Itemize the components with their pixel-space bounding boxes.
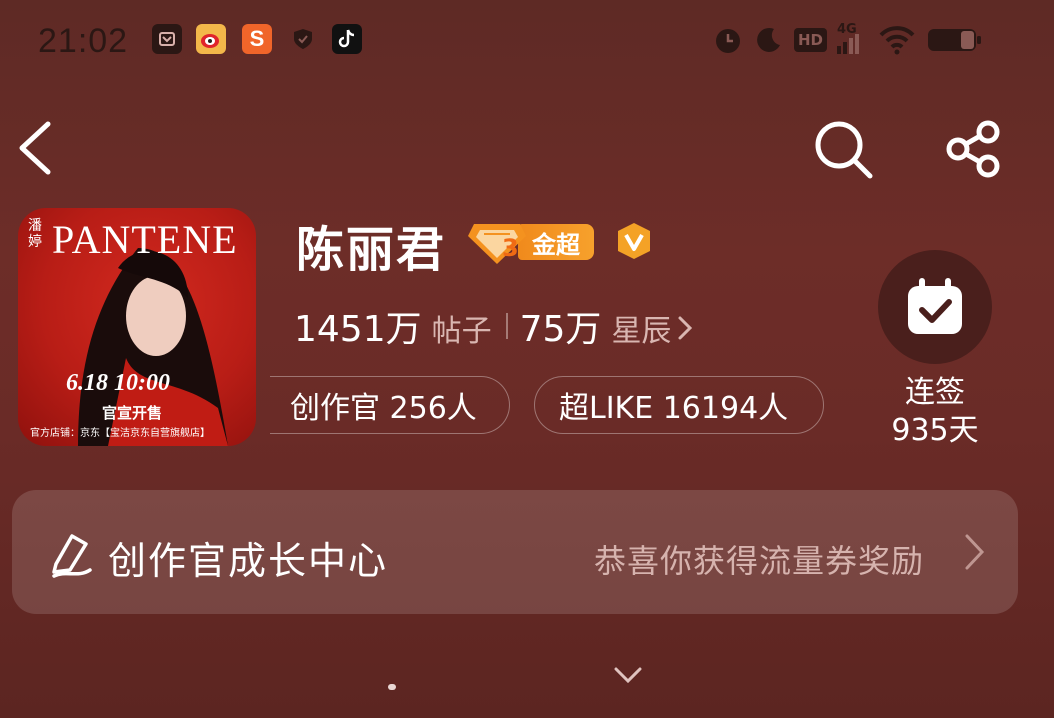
share-button[interactable] — [944, 118, 1006, 184]
stats-divider — [505, 313, 508, 339]
avatar-brand: PANTENE — [52, 217, 238, 262]
stars-label[interactable]: 星辰 — [611, 306, 671, 350]
community-stats: 1451万 帖子 75万 星辰 — [294, 300, 693, 352]
diamond-level-icon: 3 — [468, 218, 526, 266]
network-type: 4G — [837, 22, 857, 37]
pen-icon — [48, 530, 94, 582]
tier-label: 金超 — [518, 224, 594, 260]
stars-count[interactable]: 75万 — [520, 300, 602, 352]
search-button[interactable] — [812, 118, 874, 184]
alarm-icon — [716, 29, 740, 53]
stars-chevron-icon[interactable] — [677, 315, 693, 348]
share-icon — [946, 120, 1000, 178]
avatar-date: 6.18 10:00 — [66, 370, 170, 396]
signal-icon: 4G — [837, 22, 860, 54]
verified-icon — [615, 222, 653, 260]
checkin-label: 连签 935天 — [870, 374, 1000, 450]
level-number: 3 — [502, 234, 519, 262]
card-chevron-icon — [962, 532, 988, 576]
weibo-icon — [196, 24, 226, 54]
community-name: 陈丽君 — [296, 222, 447, 278]
hd-icon: HD — [794, 28, 828, 52]
creator-center-title: 创作官成长中心 — [108, 539, 389, 583]
expand-chevron-icon[interactable] — [612, 664, 644, 690]
status-right-group: HD 4G — [712, 22, 983, 56]
creator-pill-label: 创作官 256人 — [290, 391, 477, 426]
back-button[interactable] — [14, 118, 54, 182]
avatar-sale-text: 官宣开售 — [102, 406, 163, 422]
calendar-check-icon — [908, 278, 962, 334]
creator-pill[interactable]: 创作官 256人 — [270, 376, 510, 434]
back-arrow-icon — [19, 121, 51, 175]
checkin-days: 935天 — [891, 413, 979, 448]
avatar-brand-cn: 潘婷 — [28, 218, 42, 250]
checkin-button[interactable] — [878, 250, 992, 364]
battery-icon — [928, 29, 982, 51]
community-avatar[interactable]: 潘婷 PANTENE 6.18 10:00 官宣开售 官方店铺：京东【宝洁京东自… — [18, 208, 256, 446]
checkin-label-line1: 连签 — [905, 375, 965, 410]
status-time: 21:02 — [38, 22, 129, 60]
posts-label: 帖子 — [431, 314, 492, 349]
posts-count: 1451万 — [294, 309, 422, 350]
moon-icon — [757, 27, 780, 52]
shield-icon — [288, 24, 318, 54]
tier-badge[interactable]: 3 金超 — [468, 218, 594, 266]
tiktok-icon — [332, 24, 362, 54]
super-like-pill-label: 超LIKE 16194人 — [559, 391, 789, 426]
wifi-icon — [879, 26, 915, 55]
sogou-icon: S — [242, 24, 272, 54]
super-like-pill[interactable]: 超LIKE 16194人 — [534, 376, 824, 434]
avatar-store-text: 官方店铺：京东【宝洁京东自营旗舰店】 — [30, 428, 210, 439]
search-icon — [815, 121, 873, 179]
app-notification-icon — [152, 24, 182, 54]
page-indicator-dot — [388, 684, 396, 690]
creator-center-reward: 恭喜你获得流量券奖励 — [594, 542, 925, 580]
